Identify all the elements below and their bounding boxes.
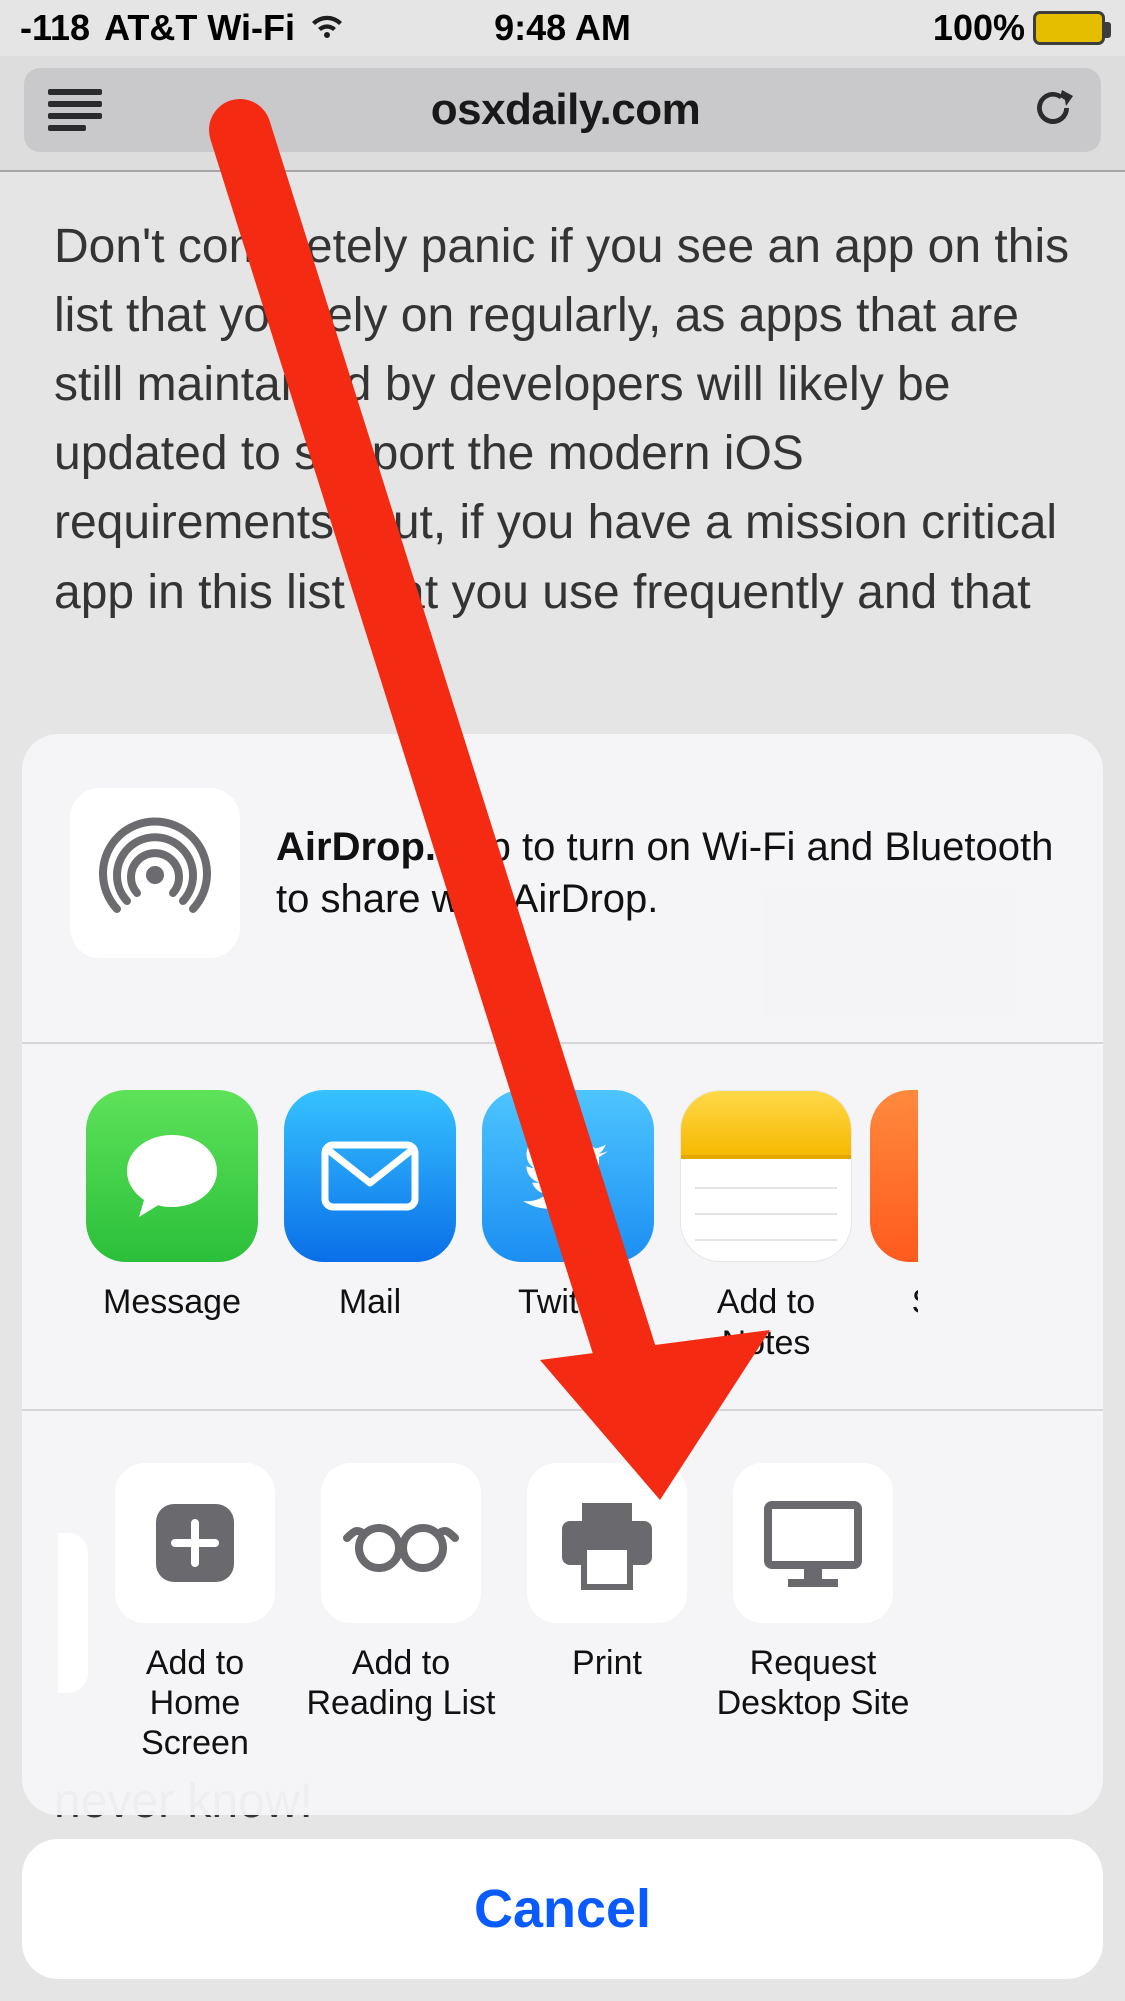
share-app-message[interactable]: Message [78,1090,266,1362]
desktop-icon [733,1463,893,1623]
share-app-twitter[interactable]: Twitter [474,1090,662,1362]
share-app-label: Add to Notes [672,1282,860,1362]
airdrop-text: AirDrop. Tap to turn on Wi-Fi and Blueto… [276,821,1055,927]
status-time: 9:48 AM [0,7,1125,49]
page-domain: osxdaily.com [102,85,1029,135]
cancel-button[interactable]: Cancel [22,1839,1103,1979]
mail-icon [284,1090,456,1262]
safari-icon [870,1090,918,1262]
share-app-label: Safari [870,1282,918,1322]
share-app-label: Twitter [518,1282,618,1322]
action-peek-left[interactable] [58,1463,88,1763]
action-label: Request Desktop Site [717,1643,910,1723]
action-print[interactable]: Print [508,1463,706,1763]
article-paragraph: Don't completely panic if you see an app… [54,212,1071,627]
print-icon [527,1463,687,1623]
battery-icon [1033,11,1105,45]
share-sheet: AirDrop. Tap to turn on Wi-Fi and Blueto… [22,734,1103,1979]
message-icon [86,1090,258,1262]
reload-icon[interactable] [1029,84,1077,137]
airdrop-row[interactable]: AirDrop. Tap to turn on Wi-Fi and Blueto… [22,734,1103,1042]
twitter-icon [482,1090,654,1262]
safari-toolbar: osxdaily.com [0,56,1125,172]
status-bar: -118 AT&T Wi-Fi 9:48 AM 100% [0,0,1125,56]
action-desktop-site[interactable]: Request Desktop Site [714,1463,912,1763]
action-label: Add to Reading List [306,1643,495,1723]
action-reading-list[interactable]: Add to Reading List [302,1463,500,1763]
share-app-notes[interactable]: Add to Notes [672,1090,860,1362]
address-bar[interactable]: osxdaily.com [24,68,1101,152]
share-app-label: Mail [339,1282,401,1322]
share-actions-row[interactable]: Add to Home Screen Add to Reading List P… [22,1411,1103,1815]
action-label: Print [572,1643,642,1683]
reader-mode-icon[interactable] [48,89,102,131]
share-app-mail[interactable]: Mail [276,1090,464,1362]
share-app-safari[interactable]: Safari [870,1090,918,1362]
notes-icon [680,1090,852,1262]
share-apps-row[interactable]: Message Mail Twitter [22,1044,1103,1408]
reading-list-icon [321,1463,481,1623]
action-label: Add to Home Screen [96,1643,294,1763]
airdrop-icon [70,788,240,958]
share-app-label: Message [103,1282,241,1322]
action-add-home[interactable]: Add to Home Screen [96,1463,294,1763]
add-home-icon [115,1463,275,1623]
